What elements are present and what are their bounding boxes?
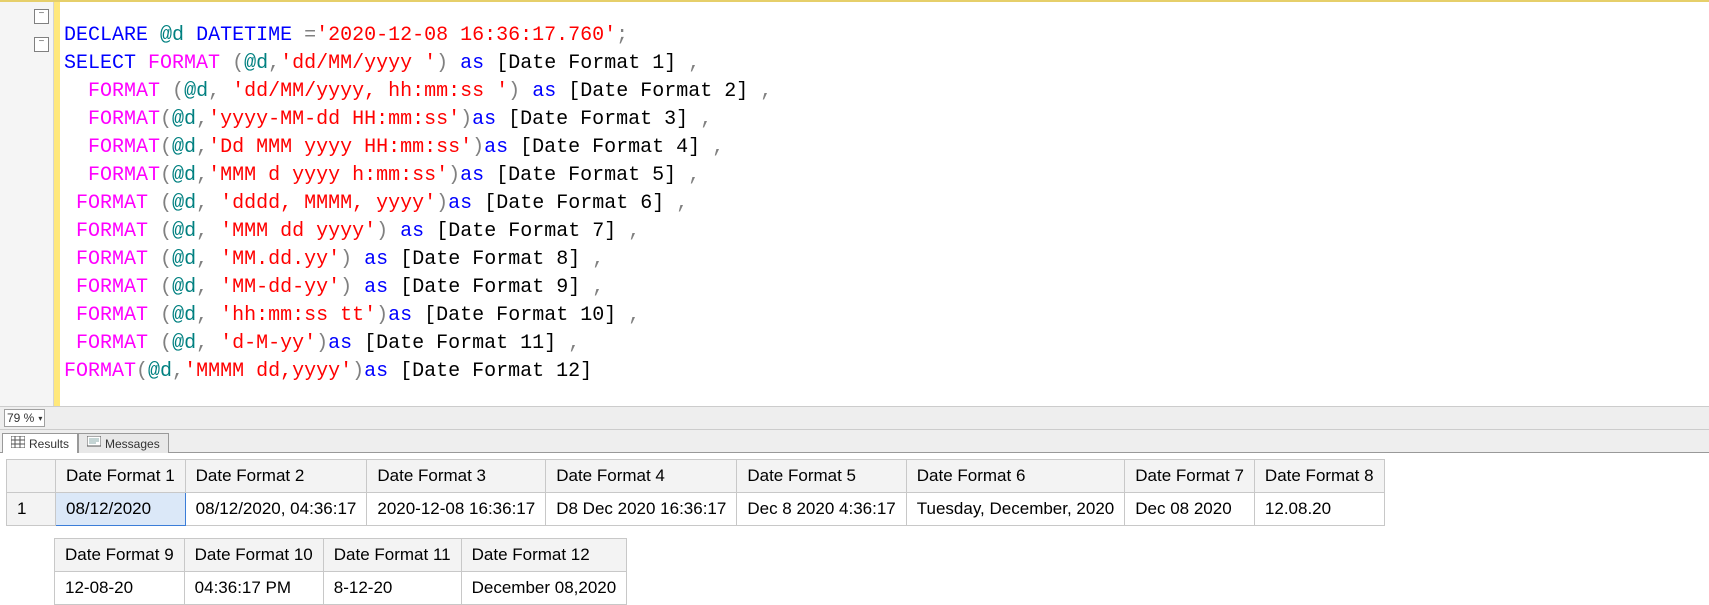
col-header[interactable]: Date Format 1 xyxy=(56,460,186,493)
col-header[interactable]: Date Format 11 xyxy=(323,539,461,572)
code-text[interactable]: DECLARE @d DATETIME ='2020-12-08 16:36:1… xyxy=(60,22,1709,386)
fold-icon[interactable]: − xyxy=(34,37,49,52)
cell[interactable]: 08/12/2020 xyxy=(56,493,186,526)
cell[interactable]: 2020-12-08 16:36:17 xyxy=(367,493,546,526)
tab-results[interactable]: Results xyxy=(2,433,78,453)
cell[interactable]: 08/12/2020, 04:36:17 xyxy=(185,493,367,526)
cell[interactable]: 12-08-20 xyxy=(55,572,185,605)
fold-icon[interactable]: − xyxy=(34,9,49,24)
col-header[interactable]: Date Format 7 xyxy=(1125,460,1255,493)
cell[interactable]: D8 Dec 2020 16:36:17 xyxy=(546,493,737,526)
grid-icon xyxy=(11,436,25,451)
col-header[interactable]: Date Format 5 xyxy=(737,460,906,493)
table-header-row: Date Format 9 Date Format 10 Date Format… xyxy=(6,539,627,572)
cell[interactable]: 12.08.20 xyxy=(1254,493,1384,526)
editor-gutter: − − xyxy=(0,2,54,406)
results-tabs: Results Messages xyxy=(0,430,1709,453)
tab-label: Messages xyxy=(105,437,160,451)
row-number[interactable] xyxy=(6,572,55,605)
table-row[interactable]: 12-08-20 04:36:17 PM 8-12-20 December 08… xyxy=(6,572,627,605)
cell[interactable]: Dec 8 2020 4:36:17 xyxy=(737,493,906,526)
col-header[interactable]: Date Format 2 xyxy=(185,460,367,493)
row-number[interactable]: 1 xyxy=(7,493,56,526)
cell[interactable]: 04:36:17 PM xyxy=(184,572,323,605)
row-header-blank xyxy=(7,460,56,493)
col-header[interactable]: Date Format 9 xyxy=(55,539,185,572)
results-grid-1[interactable]: Date Format 1 Date Format 2 Date Format … xyxy=(0,453,1709,526)
results-grid-1-continued[interactable]: Date Format 9 Date Format 10 Date Format… xyxy=(0,532,1709,605)
table-row[interactable]: 1 08/12/2020 08/12/2020, 04:36:17 2020-1… xyxy=(7,493,1385,526)
cell[interactable]: 8-12-20 xyxy=(323,572,461,605)
row-header-blank xyxy=(6,539,55,572)
table-header-row: Date Format 1 Date Format 2 Date Format … xyxy=(7,460,1385,493)
zoom-dropdown[interactable]: 79 % ▾ xyxy=(4,409,45,427)
col-header[interactable]: Date Format 8 xyxy=(1254,460,1384,493)
col-header[interactable]: Date Format 4 xyxy=(546,460,737,493)
sql-editor[interactable]: − − DECLARE @d DATETIME ='2020-12-08 16:… xyxy=(0,0,1709,406)
col-header[interactable]: Date Format 6 xyxy=(906,460,1125,493)
tab-messages[interactable]: Messages xyxy=(78,433,169,453)
zoom-value: 79 % xyxy=(7,411,34,425)
col-header[interactable]: Date Format 10 xyxy=(184,539,323,572)
cell[interactable]: Dec 08 2020 xyxy=(1125,493,1255,526)
cell[interactable]: Tuesday, December, 2020 xyxy=(906,493,1125,526)
cell[interactable]: December 08,2020 xyxy=(461,572,627,605)
chevron-down-icon: ▾ xyxy=(38,414,42,423)
col-header[interactable]: Date Format 12 xyxy=(461,539,627,572)
tab-label: Results xyxy=(29,437,69,451)
zoom-bar: 79 % ▾ xyxy=(0,406,1709,430)
col-header[interactable]: Date Format 3 xyxy=(367,460,546,493)
message-icon xyxy=(87,436,101,451)
